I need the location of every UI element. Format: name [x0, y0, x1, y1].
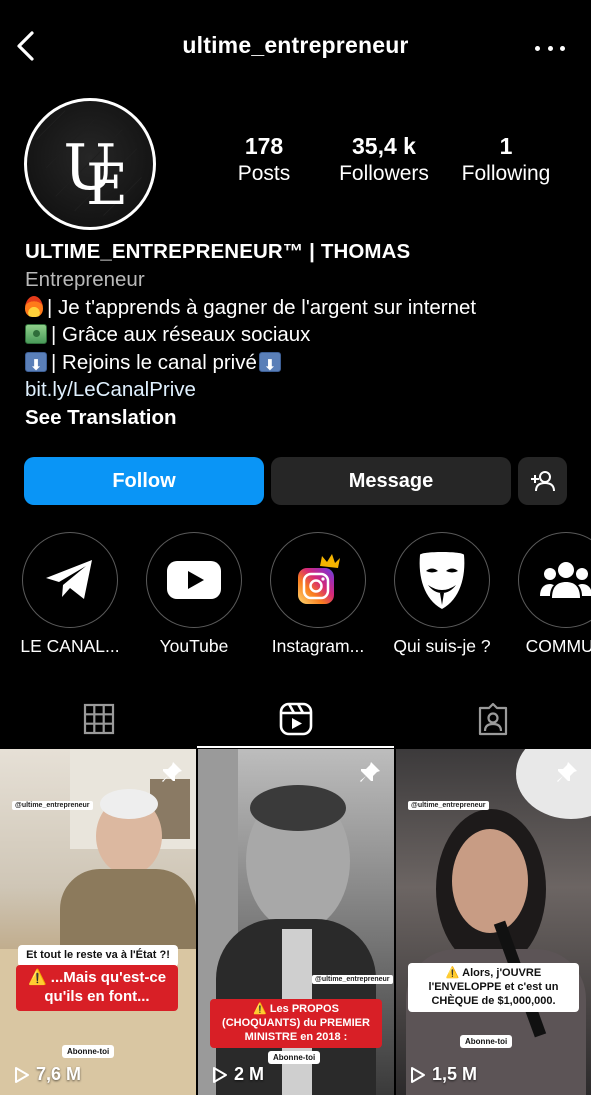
reel-handle-watermark: @ultime_entrepreneur [12, 801, 93, 810]
fire-emoji-icon [25, 295, 43, 317]
telegram-icon [46, 560, 92, 599]
highlight-cover [522, 536, 591, 624]
message-button[interactable]: Message [271, 457, 511, 505]
followers-stat[interactable]: 35,4 k Followers [324, 132, 444, 188]
pinned-icon [557, 762, 577, 782]
tab-reels[interactable] [197, 690, 394, 748]
tagged-icon [478, 702, 507, 736]
pinned-icon [360, 762, 380, 782]
bio-line-3: | Rejoins le canal privé [25, 349, 575, 379]
anonymous-mask-icon [419, 552, 465, 609]
profile-username-title: ultime_entrepreneur [182, 32, 409, 58]
highlight-label: LE CANAL... [20, 636, 120, 656]
reel-tile[interactable]: @ultime_entrepreneur ⚠️ Alors, j'OUVRE l… [396, 749, 591, 1095]
grid-icon [83, 703, 114, 735]
reel-subscribe-tag: Abonne-toi [268, 1051, 321, 1064]
youtube-icon [167, 561, 221, 599]
highlight-instagram[interactable]: Instagram... [258, 532, 378, 657]
highlight-label: YouTube [159, 636, 229, 656]
reel-subscribe-tag: Abonne-toi [460, 1035, 513, 1048]
highlight-ring [146, 532, 242, 628]
display-name: ULTIME_ENTREPRENEUR™ | THOMAS [25, 240, 411, 263]
reel-views-text: 7,6 M [36, 1064, 82, 1084]
add-person-icon [530, 471, 555, 492]
reel-view-count: 1,5 M [410, 1064, 477, 1085]
highlight-label: Qui suis-je ? [393, 636, 491, 656]
reel-view-count: 2 M [212, 1064, 264, 1085]
highlight-label: COMMUN [525, 636, 591, 656]
play-icon [213, 1066, 227, 1083]
highlight-community[interactable]: COMMUN [506, 532, 591, 657]
highlight-cover [26, 536, 114, 624]
highlight-ring [22, 532, 118, 628]
dot-icon [547, 45, 553, 51]
posts-stat[interactable]: 178 Posts [206, 132, 322, 188]
reel-views-text: 2 M [234, 1064, 265, 1084]
money-emoji-icon [25, 324, 47, 344]
bio-line-1: | Je t'apprends à gagner de l'argent sur… [25, 294, 575, 322]
highlight-qui-suis-je[interactable]: Qui suis-je ? [382, 532, 502, 657]
svg-text:E: E [86, 151, 128, 218]
reel-tile[interactable]: @ultime_entrepreneur Et tout le reste va… [0, 749, 196, 1095]
following-label: Following [461, 162, 551, 185]
highlight-ring [270, 532, 366, 628]
down-arrow-emoji-icon [258, 351, 281, 379]
top-navigation-bar: ultime_entrepreneur [0, 0, 591, 92]
bio-line-3-text: | Rejoins le canal privé [51, 350, 257, 374]
follow-button[interactable]: Follow [24, 457, 264, 505]
pinned-icon [162, 762, 182, 782]
reel-tile[interactable]: @ultime_entrepreneur ⚠️ Les PROPOS (CHOQ… [198, 749, 394, 1095]
reels-icon [279, 702, 312, 736]
reel-handle-watermark: @ultime_entrepreneur [312, 975, 393, 984]
following-stat[interactable]: 1 Following [448, 132, 564, 188]
dot-icon [560, 45, 565, 51]
bio-link[interactable]: bit.ly/LeCanalPrive [25, 376, 575, 404]
profile-bio: ULTIME_ENTREPRENEUR™ | THOMAS Entreprene… [25, 238, 575, 431]
highlight-cover [398, 536, 486, 624]
following-count: 1 [499, 133, 513, 159]
see-translation-link[interactable]: See Translation [25, 404, 575, 432]
profile-content-tabs [0, 690, 591, 748]
highlight-cover [150, 536, 238, 624]
tab-grid[interactable] [0, 690, 197, 748]
more-options-button[interactable] [535, 36, 565, 60]
reel-subscribe-tag: Abonne-toi [62, 1045, 115, 1058]
play-icon [411, 1066, 425, 1083]
reel-caption: ⚠️ ...Mais qu'est-ce qu'ils en font... [16, 965, 178, 1011]
instagram-icon [298, 554, 340, 604]
reel-caption: ⚠️ Les PROPOS (CHOQUANTS) du PREMIER MIN… [210, 999, 382, 1049]
reel-view-count: 7,6 M [14, 1064, 81, 1085]
reel-views-text: 1,5 M [432, 1064, 478, 1084]
profile-avatar[interactable]: U E [24, 98, 156, 230]
highlight-ring [394, 532, 490, 628]
profile-stats: 178 Posts 35,4 k Followers 1 Following [206, 132, 576, 192]
community-icon [540, 562, 591, 598]
profile-category: Entrepreneur [25, 268, 145, 291]
bio-line-2-text: | Grâce aux réseaux sociaux [51, 323, 311, 346]
suggested-accounts-button[interactable] [518, 457, 567, 505]
ue-logo-icon: U E [36, 110, 142, 218]
play-icon [15, 1066, 29, 1083]
highlight-le-canal[interactable]: LE CANAL... [10, 532, 130, 657]
tab-tagged[interactable] [394, 690, 591, 748]
followers-count: 35,4 k [352, 133, 416, 159]
story-highlights: LE CANAL... YouTube Instagram... Qui sui… [0, 532, 591, 662]
bio-line-1-text: | Je t'apprends à gagner de l'argent sur… [47, 295, 477, 319]
posts-count: 178 [244, 133, 284, 159]
reel-caption: ⚠️ Alors, j'OUVRE l'ENVELOPPE et c'est u… [408, 963, 579, 1013]
highlight-cover [274, 536, 362, 624]
highlight-youtube[interactable]: YouTube [134, 532, 254, 657]
reel-handle-watermark: @ultime_entrepreneur [408, 801, 489, 810]
followers-label: Followers [339, 162, 429, 185]
highlight-ring [518, 532, 591, 628]
posts-label: Posts [237, 162, 291, 185]
dot-icon [535, 45, 540, 51]
down-arrow-emoji-icon [25, 351, 47, 379]
reels-grid: @ultime_entrepreneur Et tout le reste va… [0, 749, 591, 1095]
highlight-label: Instagram... [271, 636, 365, 656]
bio-line-2: | Grâce aux réseaux sociaux [25, 321, 575, 349]
reel-caption-top: Et tout le reste va à l'État ?! [18, 945, 178, 967]
